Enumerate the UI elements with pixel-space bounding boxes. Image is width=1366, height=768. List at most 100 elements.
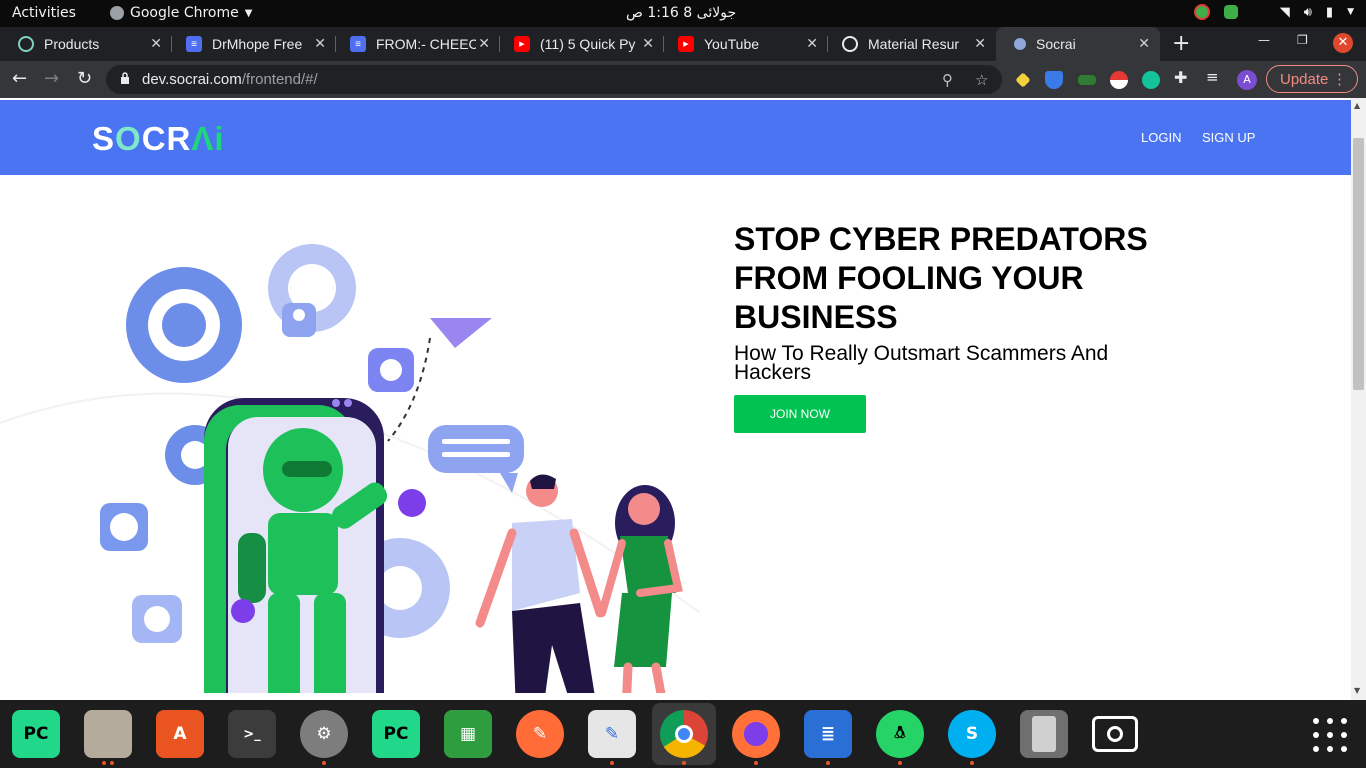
lock-icon	[121, 72, 129, 84]
scrollbar-thumb[interactable]	[1353, 138, 1364, 390]
pycharm-ce-icon[interactable]: PC	[372, 710, 420, 758]
text-editor-icon[interactable]: ✎	[588, 710, 636, 758]
running-indicator	[102, 761, 106, 765]
new-tab-icon[interactable]: +	[1172, 31, 1190, 56]
shield-extension-icon[interactable]	[1045, 71, 1063, 89]
screenshot-icon[interactable]	[1092, 716, 1138, 752]
youtube-icon: ▶	[514, 36, 530, 52]
more-vert-icon[interactable]: ⋮	[1332, 70, 1347, 88]
terminal-icon[interactable]: >_	[228, 710, 276, 758]
bookmark-star-icon[interactable]: ☆	[975, 71, 988, 89]
tab-title: Products	[44, 36, 100, 52]
logo-part: CR	[141, 120, 192, 157]
pokeball-extension-icon[interactable]	[1110, 71, 1128, 89]
tab-title: YouTube	[704, 36, 760, 52]
hero-illustration	[0, 244, 700, 693]
activities-button[interactable]: Activities	[12, 5, 76, 21]
pycharm-icon[interactable]: PC	[12, 710, 60, 758]
reload-icon[interactable]: ↻	[77, 68, 92, 89]
chat-bubble-icon	[428, 425, 524, 473]
show-applications-icon[interactable]	[1313, 718, 1347, 752]
firefox-icon[interactable]	[732, 710, 780, 758]
woman-illustration	[598, 485, 683, 693]
signup-link[interactable]: SIGN UP	[1202, 130, 1255, 145]
app-menu[interactable]: Google Chrome ▼	[110, 5, 252, 21]
tab-products[interactable]: Products ✕	[0, 27, 172, 61]
update-shield-icon[interactable]	[1223, 5, 1238, 19]
wifi-icon[interactable]: ◥	[1280, 5, 1290, 20]
media-queue-icon[interactable]: ≡	[1206, 68, 1219, 86]
tab-from-cheec[interactable]: ≡ FROM:- CHEEC ✕	[332, 27, 500, 61]
hero-headline: STOP CYBER PREDATORS FROM FOOLING YOUR B…	[734, 221, 1148, 335]
running-indicator	[610, 761, 614, 765]
system-tray[interactable]: ◥ 🔊︎ ▮ ▼	[1193, 4, 1354, 20]
login-link[interactable]: LOGIN	[1141, 130, 1181, 145]
forward-icon[interactable]: →	[44, 68, 59, 89]
app-menu-label: Google Chrome	[130, 5, 239, 21]
running-indicator	[826, 761, 830, 765]
clock[interactable]: جولائی 8 1:16 ص	[626, 5, 736, 21]
running-indicator	[682, 761, 686, 765]
chrome-small-icon	[110, 6, 124, 20]
logo-part: S	[92, 120, 116, 157]
chrome-icon[interactable]	[660, 710, 708, 758]
volume-icon[interactable]: 🔊︎	[1304, 5, 1312, 20]
tab-youtube[interactable]: ▶ YouTube ✕	[660, 27, 828, 61]
spreadsheet-icon[interactable]: ▦	[444, 710, 492, 758]
minimize-icon[interactable]: —	[1258, 33, 1270, 47]
app-center-icon[interactable]: A	[156, 710, 204, 758]
tab-socrai[interactable]: Socrai ✕	[996, 27, 1160, 61]
profile-avatar[interactable]: A	[1237, 70, 1257, 90]
zoom-icon[interactable]: ⚲	[942, 71, 953, 89]
whatsapp-icon[interactable]: 🐧︎	[876, 710, 924, 758]
writer-icon[interactable]: ≣	[804, 710, 852, 758]
products-icon	[18, 36, 34, 52]
close-icon[interactable]: ✕	[150, 35, 162, 52]
chevron-down-icon[interactable]: ▼	[1347, 7, 1354, 17]
url-host: dev.socrai.com	[142, 71, 242, 88]
socrai-icon	[1014, 38, 1026, 50]
scroll-down-icon[interactable]: ▼	[1354, 686, 1360, 695]
back-icon[interactable]: ←	[12, 68, 27, 89]
window-close-icon[interactable]: ✕	[1333, 33, 1353, 53]
tab-python-video[interactable]: ▶ (11) 5 Quick Py ✕	[496, 27, 664, 61]
close-icon[interactable]: ✕	[642, 35, 654, 52]
extensions-puzzle-icon[interactable]: ✚	[1174, 68, 1187, 87]
close-icon[interactable]: ✕	[1138, 35, 1150, 52]
files-icon[interactable]	[84, 710, 132, 758]
page-scrollbar[interactable]: ▲ ▼	[1351, 98, 1366, 700]
scroll-up-icon[interactable]: ▲	[1354, 101, 1360, 110]
update-label: Update	[1280, 71, 1329, 88]
close-icon[interactable]: ✕	[314, 35, 326, 52]
close-icon[interactable]: ✕	[974, 35, 986, 52]
gear-icon	[126, 267, 242, 383]
join-now-button[interactable]: JOIN NOW	[734, 395, 866, 433]
highlighter-extension-icon[interactable]	[1015, 72, 1031, 88]
tab-drmhope[interactable]: ≡ DrMhope Free ✕	[168, 27, 336, 61]
docs-icon: ≡	[186, 36, 202, 52]
tab-material-resume[interactable]: Material Resur ✕	[824, 27, 996, 61]
tablet-icon[interactable]	[1020, 710, 1068, 758]
docs-icon: ≡	[350, 36, 366, 52]
grammarly-extension-icon[interactable]	[1142, 71, 1160, 89]
running-indicator	[898, 761, 902, 765]
running-indicator	[322, 761, 326, 765]
close-icon[interactable]: ✕	[478, 35, 490, 52]
chevron-down-icon: ▼	[244, 7, 253, 19]
skype-icon[interactable]: S	[948, 710, 996, 758]
running-indicator	[970, 761, 974, 765]
postman-icon[interactable]: ✎	[516, 710, 564, 758]
address-bar[interactable]: dev.socrai.com/frontend/#/ ⚲ ☆	[106, 65, 1002, 94]
tab-title: (11) 5 Quick Py	[540, 36, 636, 52]
update-button[interactable]: Update ⋮	[1266, 65, 1358, 93]
settings-icon[interactable]: ⚙	[300, 710, 348, 758]
close-icon[interactable]: ✕	[806, 35, 818, 52]
grammar-extension-icon[interactable]	[1078, 75, 1096, 85]
site-navbar: SOCRΛi LOGIN SIGN UP	[0, 100, 1351, 175]
paper-plane-icon	[430, 318, 492, 348]
battery-icon[interactable]: ▮	[1326, 5, 1333, 20]
restore-icon[interactable]: ❐	[1297, 33, 1308, 47]
tab-strip: Products ✕ ≡ DrMhope Free ✕ ≡ FROM:- CHE…	[0, 27, 1366, 61]
notification-badge-icon[interactable]	[1193, 4, 1210, 20]
site-logo[interactable]: SOCRΛi	[92, 120, 225, 158]
